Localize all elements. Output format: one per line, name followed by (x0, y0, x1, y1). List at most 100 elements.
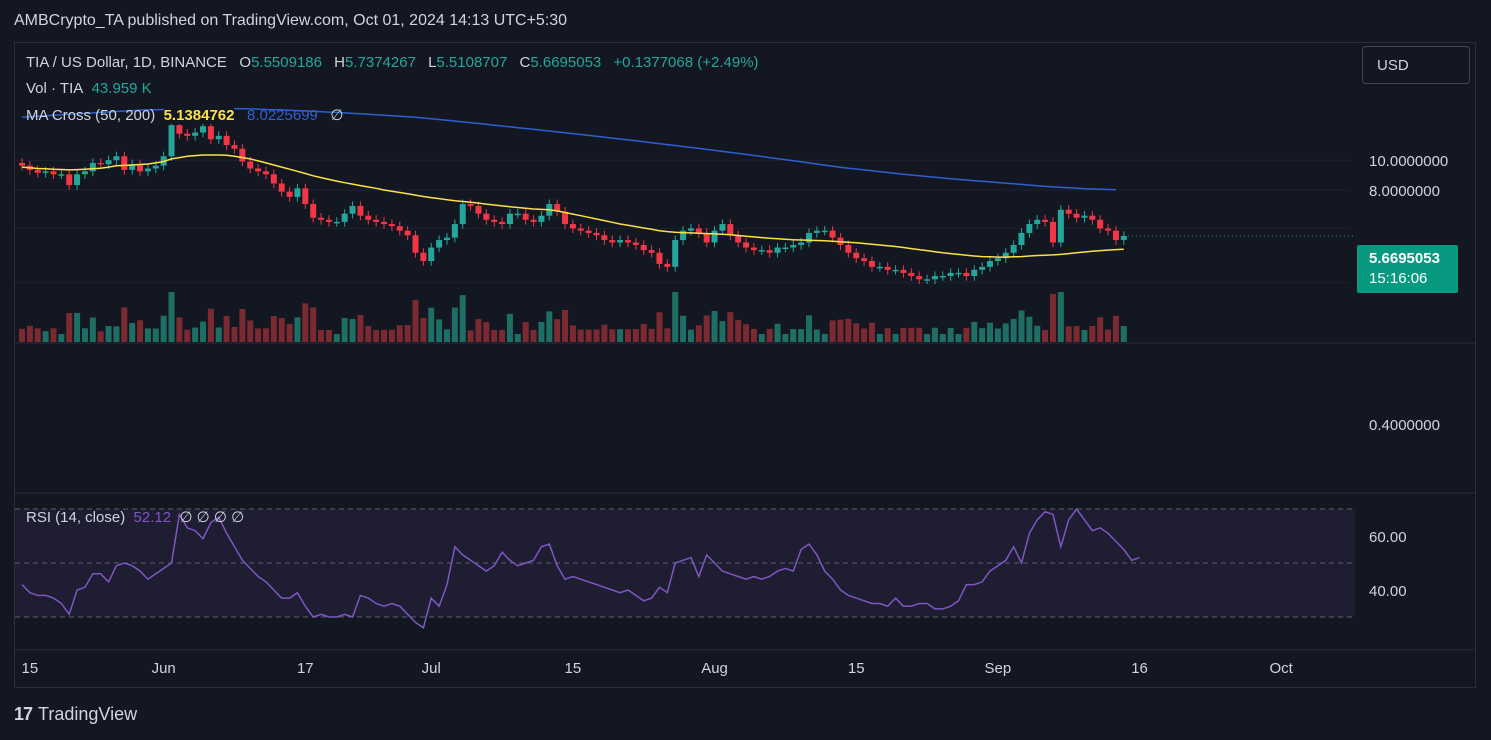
volume-bar (200, 321, 207, 342)
candle-body (325, 219, 332, 222)
volume-bar (499, 329, 506, 342)
volume-label: Vol · TIA (26, 80, 84, 97)
candle-body (318, 217, 325, 220)
volume-bar (687, 329, 694, 342)
volume-bar (924, 334, 931, 342)
ohlc-legend: TIA / US Dollar, 1D, BINANCE O5.5509186 … (26, 54, 767, 71)
volume-bar (129, 323, 136, 342)
candle-body (412, 235, 419, 253)
volume-bar (774, 323, 781, 342)
candle-body (223, 135, 230, 146)
volume-bar (451, 307, 458, 342)
candle-body (743, 242, 750, 248)
candle-body (798, 242, 805, 245)
volume-bar (562, 309, 569, 342)
volume-bar (577, 329, 584, 342)
volume-bar (81, 328, 88, 342)
volume-bar (609, 329, 616, 342)
volume-bar (861, 328, 868, 342)
volume-bar (396, 325, 403, 342)
candle-body (1049, 221, 1056, 243)
volume-bar (766, 328, 773, 342)
candle-body (443, 237, 450, 241)
candle-body (617, 240, 624, 243)
candle-body (1112, 230, 1119, 241)
candle-body (184, 133, 191, 136)
volume-bar (357, 315, 364, 342)
candle-body (979, 266, 986, 270)
candle-body (333, 221, 340, 224)
volume-bar (506, 313, 513, 342)
volume-bar (601, 324, 608, 342)
candle-body (294, 188, 301, 197)
volume-bar (223, 316, 230, 342)
volume-bar (365, 325, 372, 342)
candle-body (215, 135, 222, 140)
volume-bar (50, 328, 57, 342)
candle-body (884, 266, 891, 270)
volume-bar (640, 323, 647, 342)
volume-bar (1120, 326, 1127, 342)
candle-body (475, 205, 482, 214)
volume-bar (868, 322, 875, 342)
candle-body (1034, 219, 1041, 225)
candle-body (530, 219, 537, 222)
currency-button[interactable]: USD (1362, 46, 1470, 84)
candle-body (286, 191, 293, 197)
candle-body (538, 215, 545, 222)
candle-body (632, 242, 639, 245)
time-axis-label: 17 (297, 660, 314, 677)
volume-bar (1026, 316, 1033, 342)
ma-legend: MA Cross (50, 200) 5.1384762 8.0225699 ∅ (26, 106, 343, 124)
candle-body (971, 269, 978, 277)
volume-bar (436, 319, 443, 342)
volume-bar (404, 325, 411, 342)
volume-bar (412, 299, 419, 342)
last-price: 5.6695053 (1369, 250, 1440, 267)
volume-bar (184, 329, 191, 342)
volume-bar (160, 315, 167, 342)
volume-bar (782, 334, 789, 342)
candle-body (255, 168, 262, 172)
volume-bar (475, 318, 482, 342)
ma-extra: ∅ (330, 107, 344, 124)
candle-body (113, 156, 120, 161)
rsi-extra: ∅ ∅ ∅ ∅ (179, 509, 245, 526)
volume-bar (987, 322, 994, 342)
time-axis-label: 16 (1131, 660, 1148, 677)
candle-body (1089, 215, 1096, 220)
candle-body (341, 213, 348, 222)
volume-bar (829, 320, 836, 342)
volume-bar (381, 329, 388, 342)
volume-bar (750, 328, 757, 342)
candle-body (459, 204, 466, 225)
volume-bar (388, 329, 395, 342)
volume-bar (121, 307, 128, 342)
volume-bar (207, 308, 214, 342)
volume-bar (979, 328, 986, 342)
candle-body (609, 240, 616, 243)
volume-bar (341, 317, 348, 342)
ma-label: MA Cross (50, 200) (26, 107, 156, 124)
volume-bar (908, 327, 915, 342)
rsi-value: 52.12 (133, 509, 172, 526)
candle-body (821, 230, 828, 233)
candle-body (664, 263, 671, 267)
candle-body (97, 162, 104, 165)
open-label: O (239, 54, 252, 71)
volume-bar (790, 329, 797, 342)
candle-body (916, 276, 923, 280)
candle-body (1026, 224, 1033, 233)
candle-body (176, 125, 183, 134)
volume-bar (113, 326, 120, 342)
candle-body (152, 165, 159, 169)
volume-bar (420, 317, 427, 342)
volume-bar (971, 321, 978, 342)
tradingview-logo[interactable]: 17 TradingView (14, 704, 137, 725)
candle-body (270, 174, 277, 184)
candle-body (782, 247, 789, 250)
candle-body (499, 221, 506, 225)
candle-body (278, 183, 285, 192)
time-axis-label: 15 (848, 660, 865, 677)
volume-bar (325, 329, 332, 342)
